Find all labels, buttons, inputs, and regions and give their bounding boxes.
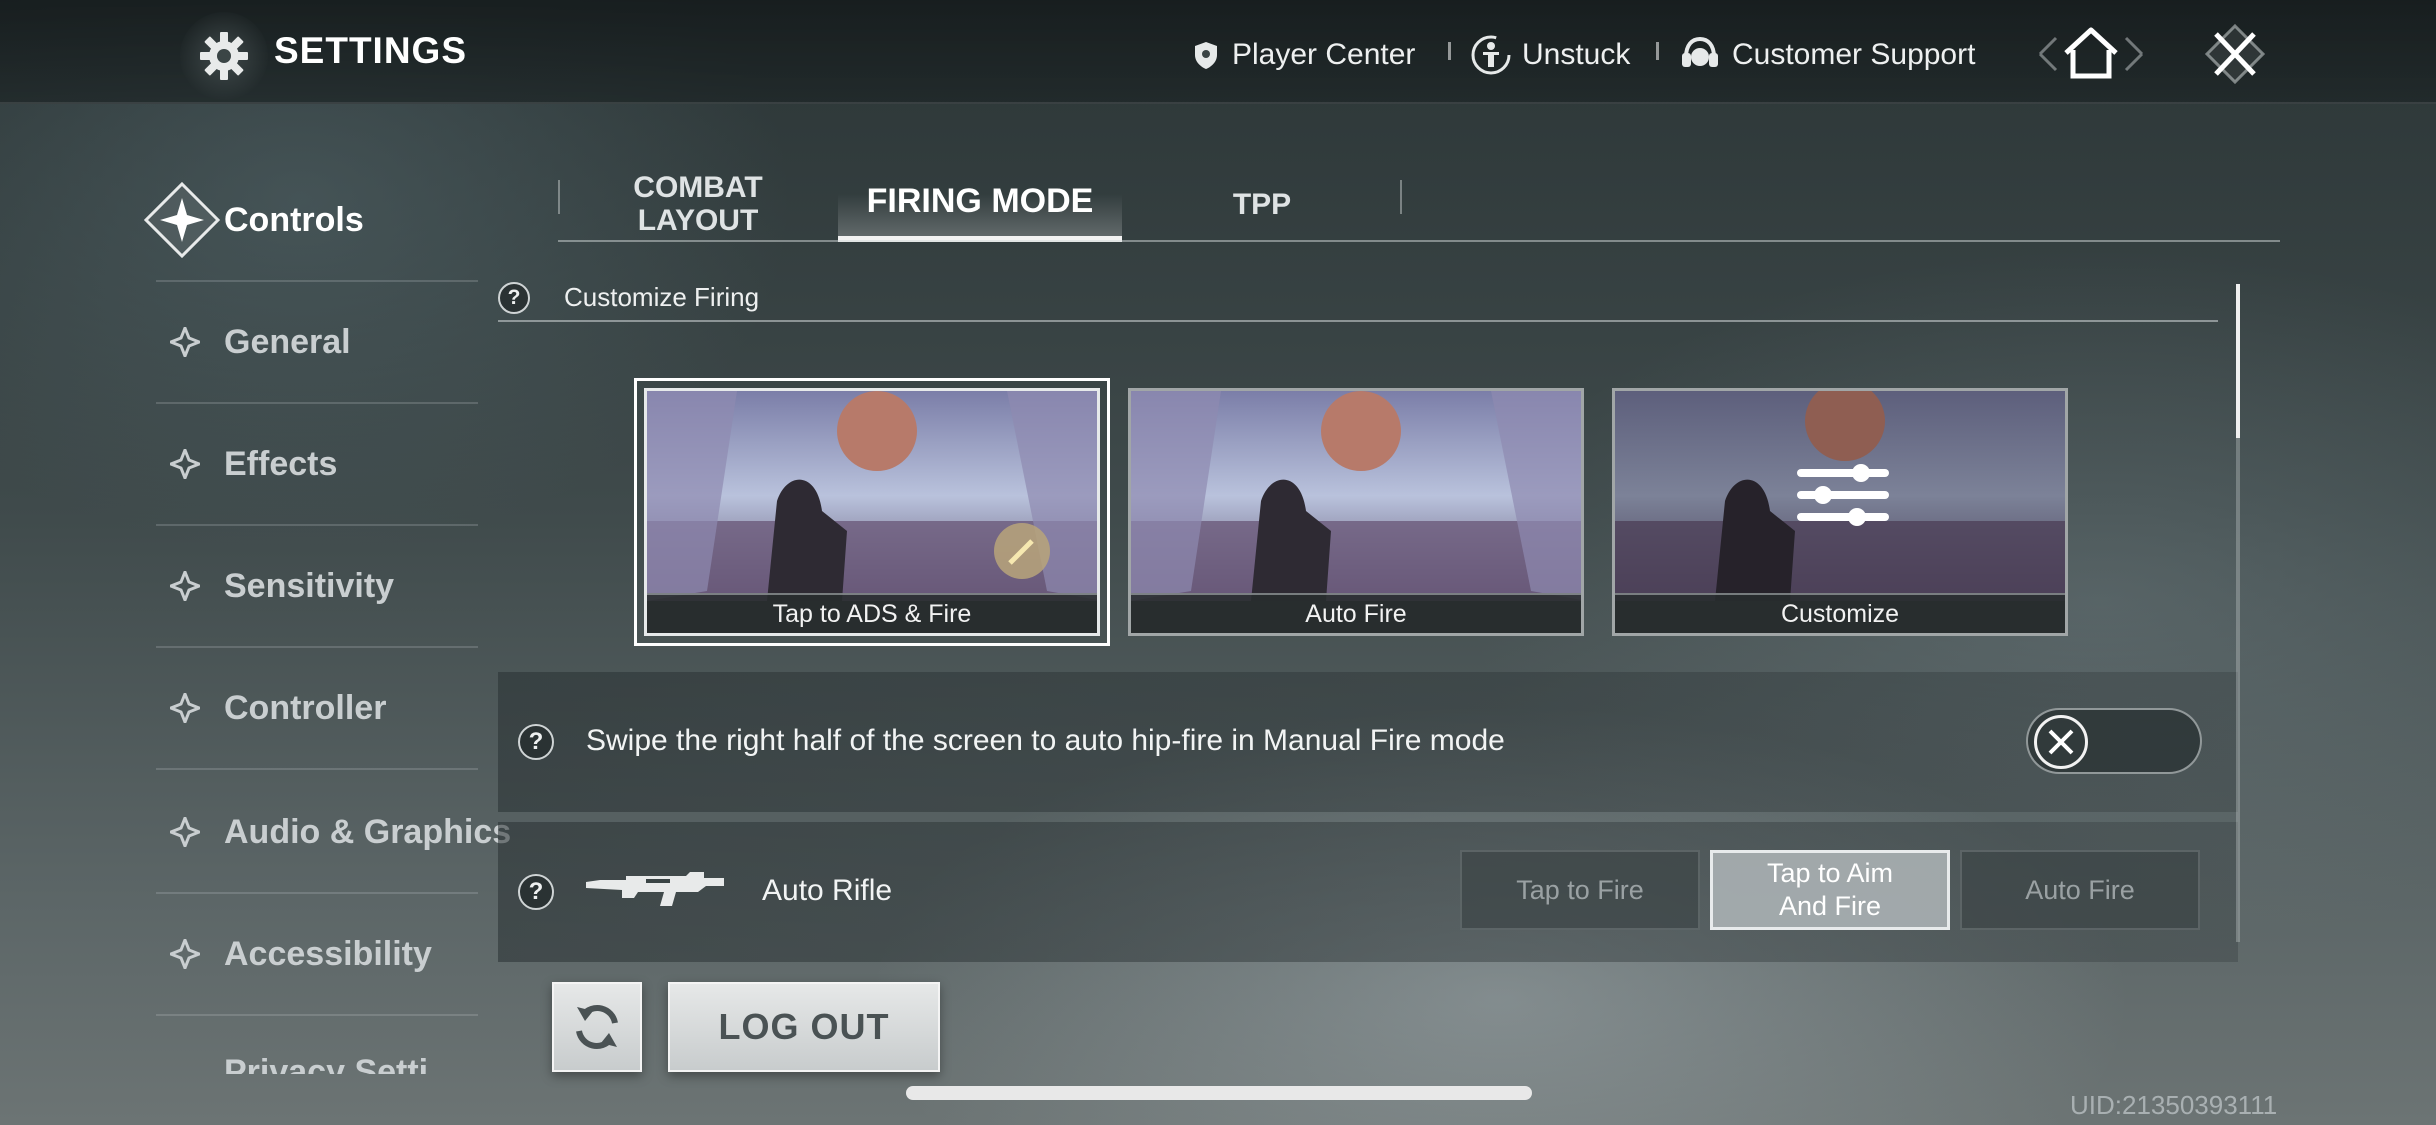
sidebar-item-label: Effects — [224, 444, 338, 483]
sidebar-item-label: Controller — [224, 688, 387, 727]
fire-option-auto-fire[interactable]: Auto Fire — [1960, 850, 2200, 930]
swipe-hipfire-toggle[interactable] — [2026, 708, 2202, 774]
help-icon[interactable]: ? — [518, 724, 554, 760]
sidebar-item-sensitivity[interactable]: Sensitivity — [156, 526, 478, 648]
fire-option-tap-to-fire[interactable]: Tap to Fire — [1460, 850, 1700, 930]
sidebar-item-label: Sensitivity — [224, 566, 395, 605]
home-indicator[interactable] — [906, 1086, 1532, 1100]
diamond-icon — [166, 445, 204, 483]
tab-combat-layout[interactable]: COMBAT LAYOUT — [560, 166, 836, 242]
home-button[interactable] — [2036, 22, 2146, 86]
sidebar-item-effects[interactable]: Effects — [156, 404, 478, 526]
firing-mode-card-tap-ads[interactable]: Tap to ADS & Fire — [634, 378, 1110, 646]
firing-mode-label: Tap to ADS & Fire — [647, 593, 1097, 633]
firing-mode-card-customize[interactable]: Customize — [1612, 388, 2068, 636]
toggle-off-icon — [2034, 715, 2088, 769]
sidebar-item-label: Privacy Setti — [224, 1053, 429, 1074]
diamond-active-icon — [144, 182, 220, 258]
firing-mode-label: Customize — [1615, 593, 2065, 633]
help-icon[interactable]: ? — [518, 874, 554, 910]
diamond-icon — [166, 323, 204, 361]
auto-rifle-icon — [586, 872, 724, 906]
firing-mode-card-auto-fire[interactable]: Auto Fire — [1128, 388, 1584, 636]
headset-icon — [1678, 35, 1722, 75]
scrollbar-thumb[interactable] — [2236, 284, 2240, 438]
home-icon — [2038, 27, 2144, 79]
top-bar: SETTINGS Player Center Unstuck Customer … — [0, 0, 2436, 104]
shield-icon — [1190, 39, 1222, 71]
tab-divider — [1400, 180, 1402, 214]
customer-support-label: Customer Support — [1732, 38, 1976, 71]
page-title: SETTINGS — [274, 30, 468, 71]
fire-option-tap-to-aim[interactable]: Tap to Aim And Fire — [1710, 850, 1950, 930]
preview-image — [1131, 391, 1581, 601]
close-button[interactable] — [2180, 22, 2290, 86]
preview-image — [647, 391, 1097, 601]
player-center-label: Player Center — [1232, 38, 1416, 71]
swipe-hipfire-label: Swipe the right half of the screen to au… — [586, 724, 1505, 757]
tabs-underline — [558, 240, 2280, 242]
unstuck-label: Unstuck — [1522, 38, 1631, 71]
help-icon[interactable]: ? — [498, 282, 530, 314]
tab-tpp[interactable]: TPP — [1124, 166, 1400, 242]
sidebar-item-controller[interactable]: Controller — [156, 648, 478, 770]
gear-icon — [180, 12, 268, 100]
tab-firing-mode[interactable]: FIRING MODE — [838, 166, 1122, 242]
reset-button[interactable] — [552, 982, 642, 1072]
weapon-name: Auto Rifle — [762, 874, 893, 907]
sidebar-item-general[interactable]: General — [156, 282, 478, 404]
close-icon — [2204, 23, 2266, 85]
swipe-hipfire-row: ? Swipe the right half of the screen to … — [498, 672, 2238, 812]
sidebar-item-label: Accessibility — [224, 934, 432, 973]
diamond-icon — [166, 935, 204, 973]
refresh-icon — [576, 1005, 618, 1049]
player-center-link[interactable]: Player Center — [1190, 30, 1415, 80]
sliders-icon — [1797, 464, 1889, 526]
sidebar-item-privacy[interactable]: Privacy Setti — [156, 1016, 478, 1074]
diamond-icon — [166, 689, 204, 727]
nav-separator — [1448, 42, 1451, 60]
logout-button[interactable]: LOG OUT — [668, 982, 940, 1072]
section-title: Customize Firing — [564, 282, 760, 312]
sidebar-item-controls[interactable]: Controls — [144, 160, 478, 282]
sidebar-item-accessibility[interactable]: Accessibility — [156, 894, 478, 1016]
sidebar-item-audio-graphics[interactable]: Audio & Graphics — [156, 772, 511, 894]
diamond-icon — [166, 567, 204, 605]
diamond-icon — [166, 813, 204, 851]
section-header: ? Customize Firing — [498, 280, 2218, 322]
sidebar-item-label: General — [224, 322, 351, 361]
nav-separator — [1656, 42, 1659, 60]
sidebar-item-label: Controls — [224, 200, 364, 239]
unstuck-link[interactable]: Unstuck — [1470, 30, 1630, 80]
customer-support-link[interactable]: Customer Support — [1678, 30, 1975, 80]
person-icon — [1470, 34, 1512, 76]
uid-label: UID:21350393111 — [2070, 1090, 2278, 1120]
sidebar-item-label: Audio & Graphics — [224, 812, 512, 851]
firing-mode-label: Auto Fire — [1131, 593, 1581, 633]
